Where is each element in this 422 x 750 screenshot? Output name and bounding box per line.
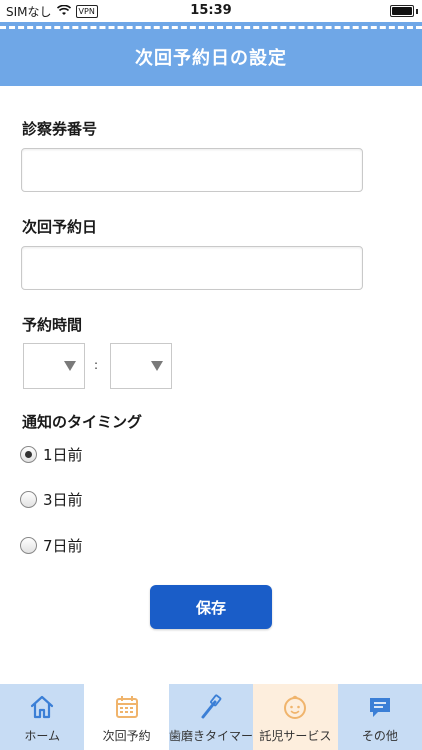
radio-button[interactable] — [20, 537, 37, 554]
tab-childcare[interactable]: 託児サービス — [253, 684, 338, 750]
hour-select[interactable] — [23, 343, 85, 389]
tab-label: 歯磨きタイマー — [169, 729, 254, 743]
card-number-label: 診察券番号 — [22, 120, 98, 138]
notify-timing-label: 通知のタイミング — [22, 413, 143, 431]
radio-option-1day[interactable]: 1日前 — [20, 444, 83, 465]
tab-label: 託児サービス — [259, 729, 332, 743]
battery-icon — [390, 5, 414, 17]
status-time: 15:39 — [190, 3, 232, 18]
calendar-icon — [114, 694, 140, 724]
tab-brushing-timer[interactable]: 歯磨きタイマー — [168, 684, 254, 750]
next-date-input[interactable] — [21, 246, 363, 290]
radio-option-7day[interactable]: 7日前 — [20, 535, 83, 556]
time-separator: : — [94, 358, 99, 372]
page-title: 次回予約日の設定 — [135, 48, 287, 69]
home-icon — [29, 694, 55, 724]
radio-option-3day[interactable]: 3日前 — [20, 489, 83, 510]
time-label: 予約時間 — [22, 316, 83, 334]
radio-label: 7日前 — [43, 537, 83, 555]
status-bar: SIMなし VPN 15:39 — [0, 0, 422, 22]
tab-label: ホーム — [24, 729, 61, 743]
radio-button-selected[interactable] — [20, 446, 37, 463]
tab-home[interactable]: ホーム — [0, 684, 85, 750]
header-dashed-line — [0, 26, 422, 29]
tab-label: その他 — [361, 729, 398, 743]
radio-button[interactable] — [20, 491, 37, 508]
minute-select[interactable] — [110, 343, 172, 389]
tab-bar: ホーム 次回予約 歯磨きタイマー 託児サービス その他 — [0, 684, 422, 750]
baby-face-icon — [282, 694, 308, 724]
tab-next-appointment[interactable]: 次回予約 — [84, 684, 169, 750]
chat-icon — [367, 694, 393, 724]
card-number-input[interactable] — [21, 148, 363, 192]
save-button[interactable]: 保存 — [150, 585, 272, 629]
dropdown-arrow-icon — [64, 361, 76, 371]
radio-label: 1日前 — [43, 446, 83, 464]
dropdown-arrow-icon — [151, 361, 163, 371]
next-date-label: 次回予約日 — [22, 218, 98, 236]
toothbrush-icon — [198, 694, 224, 724]
header: 次回予約日の設定 — [0, 22, 422, 86]
tab-label: 次回予約 — [102, 729, 151, 743]
radio-label: 3日前 — [43, 491, 83, 509]
tab-other[interactable]: その他 — [337, 684, 422, 750]
